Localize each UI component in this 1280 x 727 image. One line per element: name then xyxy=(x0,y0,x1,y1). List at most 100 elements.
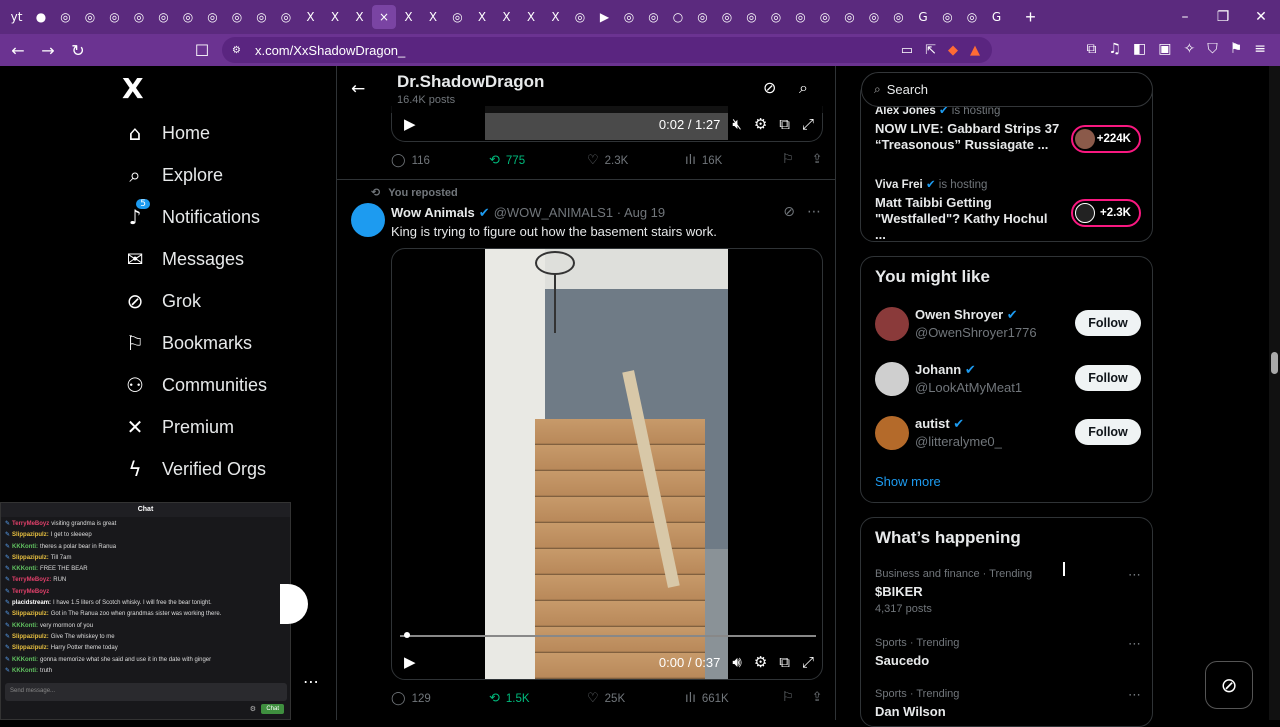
chat-settings-icon[interactable]: ⚙ xyxy=(250,705,256,713)
browser-tab[interactable]: ● xyxy=(29,5,53,29)
nav-item-communities[interactable]: ⚇ Communities xyxy=(120,364,320,406)
browser-tab[interactable]: yt xyxy=(5,5,29,29)
more-icon[interactable]: ⋯ xyxy=(1128,637,1141,652)
back-icon[interactable]: ← xyxy=(6,41,30,60)
scroll-thumb[interactable] xyxy=(1271,352,1278,374)
chat-username[interactable]: Slippazipulz: xyxy=(12,634,49,640)
nav-item-messages[interactable]: ✉ Messages xyxy=(120,238,320,280)
chat-username[interactable]: placidstream: xyxy=(12,600,51,606)
follow-button[interactable]: Follow xyxy=(1075,364,1141,391)
browser-tab[interactable]: × xyxy=(372,5,396,29)
repost-button[interactable]: ⟲ 1.5K xyxy=(489,691,587,706)
browser-tab[interactable]: X xyxy=(323,5,347,29)
browser-tab[interactable]: ◎ xyxy=(789,5,813,29)
browser-tab[interactable]: X xyxy=(397,5,421,29)
video-player-2[interactable]: ▶ 0:00 / 0:37 🔊︎ ⚙ ⧉ ⤢ xyxy=(391,248,823,680)
browser-tab[interactable]: ◎ xyxy=(54,5,78,29)
brave-shield-icon[interactable]: ◆ xyxy=(948,43,958,58)
tab-search-icon[interactable]: ⧉ xyxy=(1086,41,1096,57)
space-listeners-badge[interactable]: +224K xyxy=(1071,125,1141,153)
play-icon[interactable]: ▶ xyxy=(404,115,416,133)
browser-tab[interactable]: G xyxy=(985,5,1009,29)
browser-tab[interactable]: ◎ xyxy=(250,5,274,29)
browser-tab[interactable]: ◎ xyxy=(127,5,151,29)
browser-tab[interactable]: ◎ xyxy=(764,5,788,29)
like-button[interactable]: ♡ 25K xyxy=(587,691,685,706)
nav-item-premium[interactable]: ✕ Premium xyxy=(120,406,320,448)
browser-tab[interactable]: ◎ xyxy=(103,5,127,29)
settings-icon[interactable]: ⚙ xyxy=(754,653,767,671)
reply-button[interactable]: ◯ 116 xyxy=(391,153,489,168)
tweet-date[interactable]: · Aug 19 xyxy=(617,205,665,220)
video-scrubber[interactable] xyxy=(400,635,816,637)
more-icon[interactable]: ⋯ xyxy=(807,204,821,220)
url-field[interactable]: ⚙ x.com/XxShadowDragon_ ▭ ⇱ ◆ ▲ xyxy=(222,37,992,63)
browser-tab[interactable]: ◎ xyxy=(813,5,837,29)
browser-tab[interactable]: ◎ xyxy=(201,5,225,29)
music-icon[interactable]: ♫ xyxy=(1108,41,1121,57)
nav-item-bookmarks[interactable]: ⚐ Bookmarks xyxy=(120,322,320,364)
browser-tab[interactable]: ◎ xyxy=(691,5,715,29)
browser-tab[interactable]: ◎ xyxy=(152,5,176,29)
browser-tab[interactable]: ◎ xyxy=(568,5,592,29)
trend-item[interactable]: Sports · Trending Saucedo ⋯ xyxy=(875,637,1141,668)
browser-tab[interactable]: ◎ xyxy=(446,5,470,29)
x-logo[interactable]: X xyxy=(122,72,320,112)
grok-fab-icon[interactable]: ⊘ xyxy=(1205,661,1253,709)
chat-username[interactable]: Slippazipulz: xyxy=(12,611,49,617)
more-options-icon[interactable]: ⋯ xyxy=(303,672,319,691)
bookmark-page-icon[interactable]: ☐ xyxy=(190,41,214,60)
settings-icon[interactable]: ⚙ xyxy=(754,115,767,133)
space-listeners-badge[interactable]: +2.3K xyxy=(1071,199,1141,227)
fullscreen-icon[interactable]: ⤢ xyxy=(802,653,814,671)
chat-username[interactable]: KKKonti: xyxy=(12,623,38,629)
flag-icon[interactable]: ⚑ xyxy=(1230,41,1243,57)
browser-tab[interactable]: ◎ xyxy=(642,5,666,29)
forward-icon[interactable]: → xyxy=(36,41,60,60)
author-handle[interactable]: @WOW_ANIMALS1 xyxy=(494,205,613,220)
back-arrow-icon[interactable]: ← xyxy=(351,79,365,99)
share-icon[interactable]: ⇪ xyxy=(812,152,823,167)
browser-tab[interactable]: X xyxy=(519,5,543,29)
avatar[interactable] xyxy=(875,416,909,450)
views-button[interactable]: ılı 661K xyxy=(685,691,783,706)
reply-button[interactable]: ◯ 129 xyxy=(391,691,489,706)
avatar[interactable] xyxy=(875,307,909,341)
wtf-item[interactable]: Owen Shroyer ✔ @OwenShroyer1776 Follow xyxy=(875,307,1141,347)
play-icon[interactable]: ▶ xyxy=(404,653,416,671)
close-icon[interactable]: ✕ xyxy=(1242,9,1280,25)
more-icon[interactable]: ⋯ xyxy=(1128,688,1141,703)
reload-icon[interactable]: ↻ xyxy=(66,41,90,60)
space-item-1[interactable]: Alex Jones ✔ is hosting NOW LIVE: Gabbar… xyxy=(875,103,1141,153)
browser-tab[interactable]: ◎ xyxy=(617,5,641,29)
avatar[interactable] xyxy=(351,203,385,237)
browser-tab[interactable]: X xyxy=(299,5,323,29)
browser-tab[interactable]: ◎ xyxy=(887,5,911,29)
nav-item-grok[interactable]: ⊘ Grok xyxy=(120,280,320,322)
browser-tab[interactable]: X xyxy=(348,5,372,29)
new-tab-button[interactable]: + xyxy=(1019,7,1043,28)
site-info-icon[interactable]: ⚙ xyxy=(232,45,241,56)
search-input[interactable]: ⌕ Search xyxy=(861,72,1153,107)
grok-header-icon[interactable]: ⊘ xyxy=(763,78,776,97)
post-button-partial[interactable] xyxy=(280,584,308,624)
chat-username[interactable]: KKKonti: xyxy=(12,668,38,674)
show-more-link[interactable]: Show more xyxy=(875,474,941,489)
browser-tab[interactable]: ◎ xyxy=(176,5,200,29)
views-button[interactable]: ılı 16K xyxy=(685,153,783,168)
chat-username[interactable]: Slippazipulz: xyxy=(12,532,49,538)
nav-item-explore[interactable]: ⌕ Explore xyxy=(120,154,320,196)
chat-input[interactable]: Send message... xyxy=(5,683,287,701)
wtf-item[interactable]: autist ✔ @litteralyme0_ Follow xyxy=(875,416,1141,456)
browser-tab[interactable]: ◎ xyxy=(78,5,102,29)
sidebar-icon[interactable]: ◧ xyxy=(1133,41,1146,57)
repost-button[interactable]: ⟲ 775 xyxy=(489,153,587,168)
wtf-item[interactable]: Johann ✔ @LookAtMyMeat1 Follow xyxy=(875,361,1141,402)
minimize-icon[interactable]: – xyxy=(1166,9,1204,25)
browser-tab[interactable]: X xyxy=(470,5,494,29)
scrubber-handle[interactable] xyxy=(404,632,411,638)
like-button[interactable]: ♡ 2.3K xyxy=(587,153,685,168)
browser-tab[interactable]: G xyxy=(911,5,935,29)
trend-item[interactable]: Business and finance · Trending $BIKER 4,3… xyxy=(875,568,1141,615)
pip-icon[interactable]: ⧉ xyxy=(779,653,790,671)
